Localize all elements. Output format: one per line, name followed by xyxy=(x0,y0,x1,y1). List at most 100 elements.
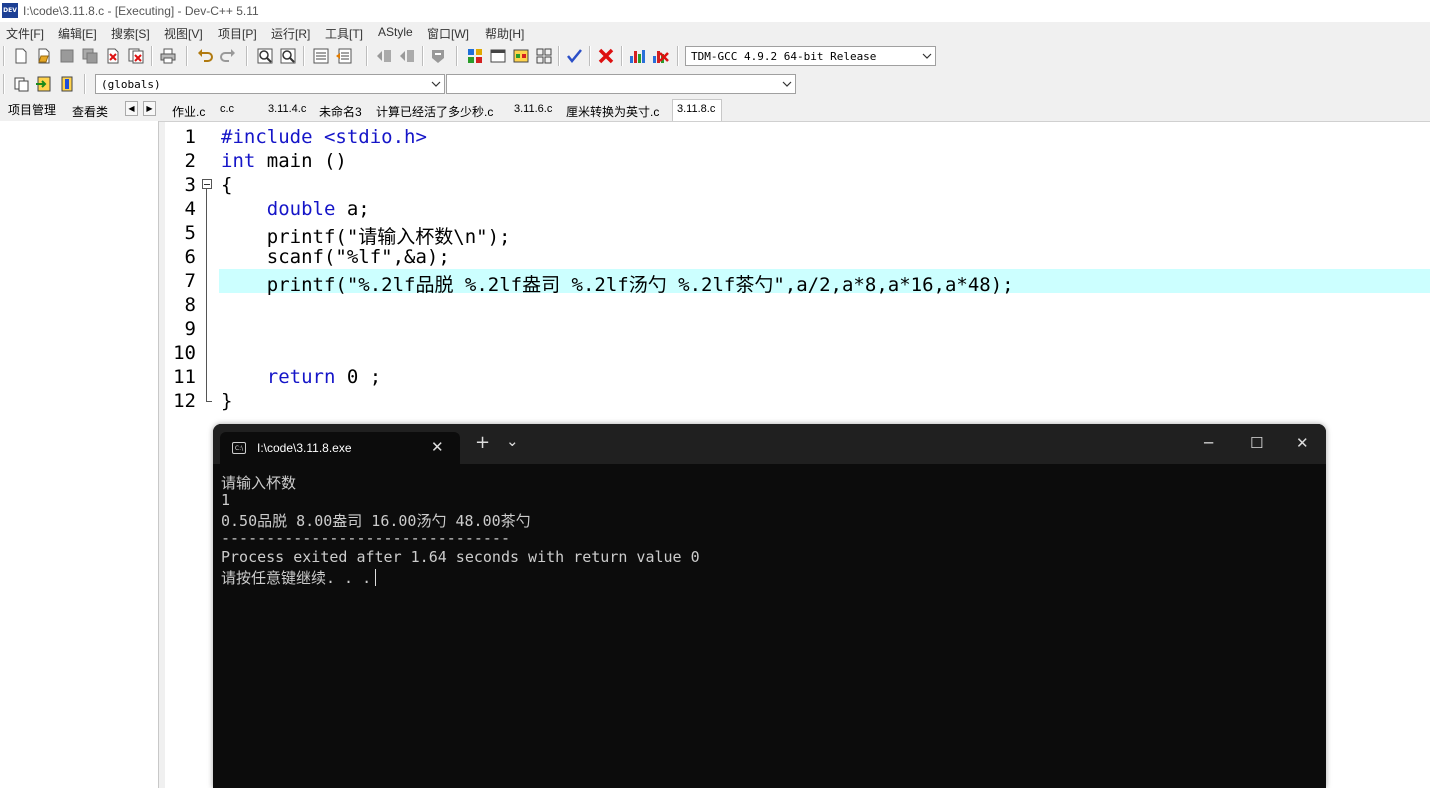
menu-search[interactable]: 搜索[S] xyxy=(111,25,150,42)
code-line-1: #include <stdio.h> xyxy=(221,126,427,148)
tab-scroll-left-button[interactable]: ◀ xyxy=(125,101,138,116)
new-file-icon[interactable] xyxy=(12,47,30,65)
find-icon[interactable] xyxy=(256,47,274,65)
delete-profile-icon[interactable] xyxy=(651,47,669,65)
line-number: 12 xyxy=(173,390,196,412)
menu-tools[interactable]: 工具[T] xyxy=(325,25,363,42)
save-icon[interactable] xyxy=(58,47,76,65)
close-all-icon[interactable] xyxy=(127,47,145,65)
save-all-icon[interactable] xyxy=(81,47,99,65)
active-file-tab-label: 3.11.8.c xyxy=(677,103,716,115)
compiler-select[interactable]: TDM-GCC 4.9.2 64-bit Release xyxy=(685,46,936,66)
console-output-line: 1 xyxy=(221,491,231,509)
new-tab-button[interactable]: + xyxy=(475,432,490,453)
goto-line-icon[interactable] xyxy=(312,47,330,65)
indent-icon[interactable] xyxy=(375,47,393,65)
insert-icon[interactable] xyxy=(12,75,30,93)
stop-execution-icon[interactable] xyxy=(597,47,615,65)
code-line-2: int main () xyxy=(221,150,347,172)
file-tab[interactable]: 计算已经活了多少秒.c xyxy=(376,103,493,120)
fold-toggle-icon[interactable] xyxy=(202,179,212,189)
goto-declaration-icon[interactable] xyxy=(35,75,53,93)
keyword-return: return xyxy=(266,366,336,388)
chevron-down-icon xyxy=(922,53,932,59)
line-number: 11 xyxy=(173,366,196,388)
menu-file[interactable]: 文件[F] xyxy=(6,25,44,42)
text-cursor xyxy=(375,569,377,586)
code-text: main () xyxy=(255,150,347,172)
close-file-icon[interactable] xyxy=(104,47,122,65)
maximize-button[interactable]: ☐ xyxy=(1250,434,1263,452)
code-line-5: printf("请输入杯数\n"); xyxy=(221,226,511,248)
close-window-button[interactable]: ✕ xyxy=(1296,434,1309,452)
scope-select[interactable]: (globals) xyxy=(95,74,445,94)
console-window[interactable]: C:\ I:\code\3.11.8.exe ✕ + ⌄ ─ ☐ ✕ 请输入杯数… xyxy=(213,424,1326,788)
active-file-tab[interactable]: 3.11.8.c xyxy=(672,99,722,121)
tab-scroll-right-button[interactable]: ▶ xyxy=(143,101,156,116)
file-tab[interactable]: 厘米转换为英寸.c xyxy=(566,103,659,120)
line-number: 10 xyxy=(173,342,196,364)
rebuild-icon[interactable] xyxy=(535,47,553,65)
function-select[interactable] xyxy=(446,74,796,94)
menu-view[interactable]: 视图[V] xyxy=(164,25,203,42)
fold-end-marker xyxy=(206,401,212,402)
line-number: 5 xyxy=(184,222,196,244)
menu-astyle[interactable]: AStyle xyxy=(378,25,413,39)
minimize-button[interactable]: ─ xyxy=(1204,434,1213,452)
redo-icon[interactable] xyxy=(219,47,237,65)
line-number: 8 xyxy=(184,294,196,316)
console-prompt-text: 请按任意键继续. . . xyxy=(221,569,372,587)
devcpp-app-icon: DEV xyxy=(2,3,18,18)
menu-bar: 文件[F] 编辑[E] 搜索[S] 视图[V] 项目[P] 运行[R] 工具[T… xyxy=(0,22,1430,42)
menu-help[interactable]: 帮助[H] xyxy=(485,25,524,42)
keyword-double: double xyxy=(266,198,336,220)
tab-class-browser[interactable]: 查看类 xyxy=(72,103,108,120)
code-line-3: { xyxy=(221,174,233,196)
code-line-7: printf("%.2lf品脱 %.2lf盎司 %.2lf汤勺 %.2lf茶勺"… xyxy=(221,274,1014,296)
open-file-icon[interactable] xyxy=(35,47,53,65)
chevron-down-icon xyxy=(782,81,792,87)
code-line-12: } xyxy=(221,390,233,412)
console-prompt-line: 请按任意键继续. . . xyxy=(221,567,377,588)
console-tab-title: I:\code\3.11.8.exe xyxy=(257,441,352,455)
line-number: 6 xyxy=(184,246,196,268)
file-tab[interactable]: c.c xyxy=(220,103,234,115)
print-icon[interactable] xyxy=(159,47,177,65)
file-tab[interactable]: 3.11.6.c xyxy=(514,103,552,115)
project-panel xyxy=(0,121,159,788)
code-text: 0 ; xyxy=(335,366,382,388)
file-tab[interactable]: 3.11.4.c xyxy=(268,103,306,115)
compile-run-icon[interactable] xyxy=(512,47,530,65)
file-tab[interactable]: 未命名3 xyxy=(319,103,362,120)
undo-icon[interactable] xyxy=(196,47,214,65)
scope-select-value: (globals) xyxy=(101,78,161,91)
menu-edit[interactable]: 编辑[E] xyxy=(58,25,97,42)
run-icon[interactable] xyxy=(489,47,507,65)
menu-window[interactable]: 窗口[W] xyxy=(427,25,469,42)
compile-icon[interactable] xyxy=(466,47,484,65)
console-output-line: Process exited after 1.64 seconds with r… xyxy=(221,548,700,566)
code-line-11: return 0 ; xyxy=(221,366,381,388)
chevron-down-icon[interactable]: ⌄ xyxy=(506,432,519,450)
unindent-icon[interactable] xyxy=(398,47,416,65)
tab-project-manager[interactable]: 项目管理 xyxy=(8,101,56,118)
close-tab-icon[interactable]: ✕ xyxy=(431,438,444,456)
menu-run[interactable]: 运行[R] xyxy=(271,25,310,42)
replace-icon[interactable] xyxy=(279,47,297,65)
fold-guide-line xyxy=(206,189,207,401)
file-tab[interactable]: 作业.c xyxy=(172,103,205,120)
console-tab[interactable]: C:\ I:\code\3.11.8.exe ✕ xyxy=(220,432,460,464)
toggle-comment-icon[interactable] xyxy=(429,47,447,65)
console-separator: -------------------------------- xyxy=(221,529,510,547)
menu-project[interactable]: 项目[P] xyxy=(218,25,257,42)
tabs-row: 项目管理 查看类 ◀ ▶ 作业.c c.c 3.11.4.c 未命名3 计算已经… xyxy=(0,99,1430,122)
profile-icon[interactable] xyxy=(628,47,646,65)
syntax-check-icon[interactable] xyxy=(565,47,583,65)
class-toolbar: (globals) xyxy=(0,70,800,98)
bookmark-icon[interactable] xyxy=(335,47,353,65)
goto-definition-icon[interactable] xyxy=(58,75,76,93)
line-number: 1 xyxy=(184,126,196,148)
console-output-line: 请输入杯数 xyxy=(221,474,297,492)
